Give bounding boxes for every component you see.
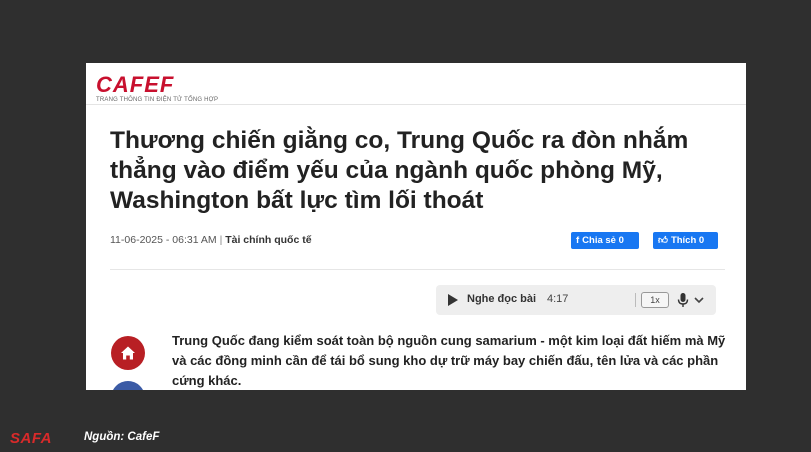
header-divider	[86, 104, 746, 105]
facebook-like-button[interactable]: 👍︎ Thích 0	[653, 232, 718, 249]
like-label: Thích 0	[670, 235, 705, 246]
audio-player: Nghe đọc bài 4:17 1x	[436, 285, 716, 315]
site-logo[interactable]: CAFEF TRANG THÔNG TIN ĐIỆN TỬ TỔNG HỢP	[96, 72, 219, 104]
side-share-button[interactable]	[111, 381, 145, 390]
article-screenshot: CAFEF TRANG THÔNG TIN ĐIỆN TỬ TỔNG HỢP T…	[86, 63, 746, 390]
logo-text: CAFEF	[96, 72, 175, 97]
home-icon	[121, 346, 135, 360]
article-sapo: Trung Quốc đang kiểm soát toàn bộ nguồn …	[172, 333, 726, 388]
facebook-share-button[interactable]: f Chia sẻ 0	[571, 232, 639, 249]
logo-tagline: TRANG THÔNG TIN ĐIỆN TỬ TỔNG HỢP	[96, 97, 219, 103]
share-label: Chia sẻ 0	[582, 235, 624, 246]
playback-speed-button[interactable]: 1x	[641, 292, 669, 308]
play-icon[interactable]	[448, 294, 458, 306]
chevron-down-icon[interactable]	[692, 293, 706, 307]
facebook-icon: f	[576, 235, 580, 246]
mic-icon[interactable]	[677, 292, 689, 308]
home-button[interactable]	[111, 336, 145, 370]
article-title: Thương chiến giằng co, Trung Quốc ra đòn…	[110, 127, 689, 214]
article-meta: 11-06-2025 - 06:31 AM | Tài chính quốc t…	[110, 234, 312, 246]
audio-duration: 4:17	[547, 293, 569, 305]
footer-logo: SAFA	[10, 430, 53, 447]
content-divider	[110, 269, 725, 270]
audio-separator	[635, 293, 636, 307]
audio-label[interactable]: Nghe đọc bài	[467, 293, 536, 305]
meta-separator: |	[219, 234, 223, 246]
thumbs-up-icon: 👍︎	[658, 235, 668, 246]
article-datetime: 11-06-2025 - 06:31 AM	[110, 234, 217, 246]
article-category-link[interactable]: Tài chính quốc tế	[225, 234, 311, 246]
source-caption: Nguồn: CafeF	[84, 431, 160, 443]
